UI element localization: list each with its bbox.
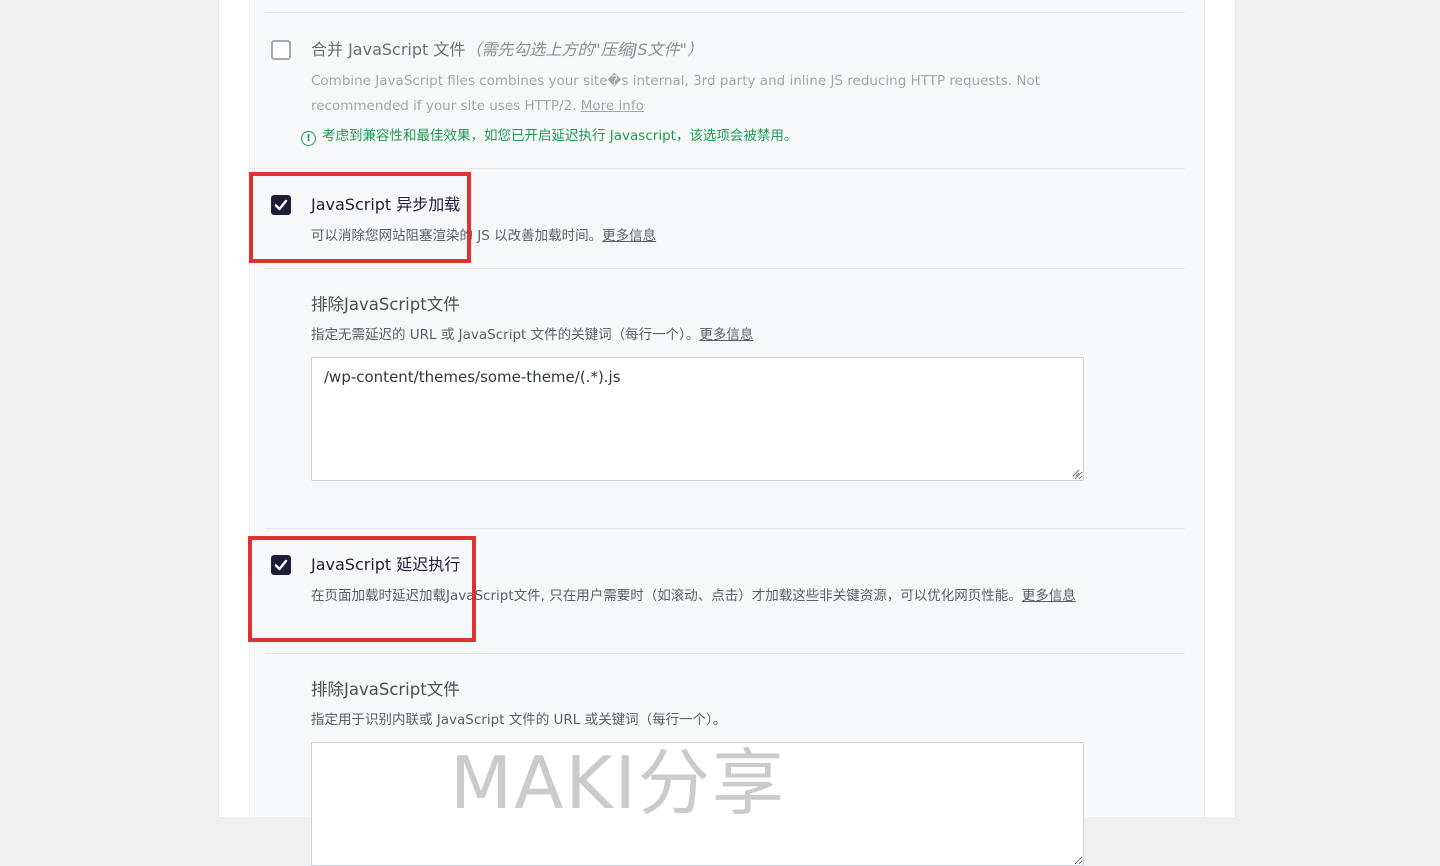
divider [265,653,1185,654]
js-settings-panel: 合并 JavaScript 文件（需先勾选上方的"压缩JS文件"） Combin… [249,0,1205,866]
async-js-more-info-link[interactable]: 更多信息 [602,228,656,244]
async-exclude-more-info-link[interactable]: 更多信息 [699,327,753,343]
combine-js-checkbox[interactable] [271,40,291,60]
combine-js-warning: ! 考虑到兼容性和最佳效果，如您已开启延迟执行 Javascript，该选项会被禁… [301,126,797,146]
async-exclude-value: /wp-content/themes/some-theme/(.*).js [324,368,621,386]
divider [265,528,1185,529]
info-icon: ! [301,131,316,146]
divider [250,168,1185,169]
combine-js-description: Combine JavaScript files combines your s… [311,73,1040,114]
resize-handle-icon[interactable] [1072,469,1080,477]
divider [265,268,1185,269]
delay-js-more-info-link[interactable]: 更多信息 [1022,588,1076,604]
async-exclude-title: 排除JavaScript文件 [311,295,460,314]
delay-exclude-description: 指定用于识别内联或 JavaScript 文件的 URL 或关键词（每行一个）。 [311,712,727,728]
combine-js-label: 合并 JavaScript 文件（需先勾选上方的"压缩JS文件"） [311,40,703,59]
async-exclude-textarea[interactable]: /wp-content/themes/some-theme/(.*).js [311,357,1084,481]
settings-page: 合并 JavaScript 文件（需先勾选上方的"压缩JS文件"） Combin… [218,0,1236,866]
highlight-box-async-js [249,172,471,263]
delay-exclude-title: 排除JavaScript文件 [311,680,460,699]
combine-js-more-info-link[interactable]: More info [581,98,644,114]
async-exclude-description: 指定无需延迟的 URL 或 JavaScript 文件的关键词（每行一个）。更多… [311,327,754,343]
combine-js-note: （需先勾选上方的"压缩JS文件"） [465,40,703,59]
watermark-text: MAKI分享 [450,741,786,825]
divider [265,12,1185,13]
highlight-box-delay-js [248,536,476,642]
